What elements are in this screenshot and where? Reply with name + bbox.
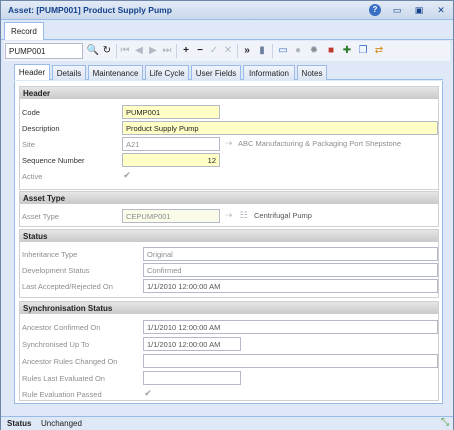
site-name: ABC Manufacturing & Packaging Port Sheps… [238,139,402,148]
outer-tabstrip: Record [1,20,453,40]
inheritance-type-field: Original [143,247,438,261]
last-icon[interactable]: ⏭ [160,44,174,58]
section-title: Header [20,87,438,99]
tab-header[interactable]: Header [14,64,50,80]
tab-user-fields[interactable]: User Fields [191,65,241,80]
first-icon[interactable]: ⏮ [118,44,132,58]
description-field[interactable]: Product Supply Pump [122,121,438,135]
search-icon[interactable]: 🔍 [86,44,100,58]
record-toolbar: PUMP001 🔍 ↻ ⏮ ◀ ▶ ⏭ + − ✓ ✕ » ▮ ▭ ● ✹ ■ … [4,41,450,61]
synchronised-field: 1/1/2010 12:00:00 AM [143,337,241,351]
tab-maintenance[interactable]: Maintenance [88,65,143,80]
development-status-field: Confirmed [143,263,438,277]
asset-type-section: Asset Type Asset Type CEPUMP001 ⇢ ☷ Cent… [19,191,439,227]
active-checkbox[interactable]: ✔ [122,170,132,180]
tab-life-cycle[interactable]: Life Cycle [145,65,189,80]
next-icon[interactable]: ▶ [146,44,160,58]
code-field[interactable]: PUMP001 [122,105,220,119]
asset-type-detail-icon[interactable]: ☷ [238,210,249,221]
toolbar-separator [176,44,177,58]
record-code-input[interactable]: PUMP001 [5,43,83,59]
toolbar-separator [237,44,238,58]
delete-icon[interactable]: − [193,44,207,58]
tools-icon[interactable]: ✚ [340,44,354,58]
sync-icon[interactable]: ⇄ [372,44,386,58]
settings-icon[interactable]: ✹ [307,44,321,58]
header-panel: Header Code PUMP001 Description Product … [14,81,443,404]
ancestor-confirmed-label: Ancestor Confirmed On [22,323,101,332]
status-bar: Status Unchanged ⤡ [1,416,453,430]
section-title: Asset Type [20,192,438,204]
tab-record[interactable]: Record [4,22,44,40]
site-lookup-icon[interactable]: ⇢ [223,138,234,149]
refresh-icon[interactable]: ↻ [100,44,114,58]
last-accepted-field: 1/1/2010 12:00:00 AM [143,279,438,293]
close-icon[interactable]: ✕ [435,4,447,16]
code-label: Code [22,108,40,117]
help-icon[interactable]: ? [369,4,381,16]
status-section: Status Inheritance Type Original Develop… [19,229,439,298]
sequence-number-field[interactable]: 12 [122,153,220,167]
ancestor-confirmed-field: 1/1/2010 12:00:00 AM [143,320,438,334]
section-title: Synchronisation Status [20,302,438,314]
previous-icon[interactable]: ◀ [132,44,146,58]
rules-evaluated-field [143,371,241,385]
add-icon[interactable]: + [179,44,193,58]
rules-evaluated-label: Rules Last Evaluated On [22,374,105,383]
status-label: Status [7,419,32,428]
asset-type-label: Asset Type [22,212,59,221]
tab-information[interactable]: Information [243,65,295,80]
last-accepted-label: Last Accepted/Rejected On [22,282,113,291]
sync-section: Synchronisation Status Ancestor Confirme… [19,301,439,401]
rules-changed-field [143,354,438,368]
sequence-number-label: Sequence Number [22,156,85,165]
globe-icon[interactable]: ● [291,44,305,58]
minimize-icon[interactable]: ▭ [391,4,403,16]
active-label: Active [22,172,43,181]
header-section: Header Code PUMP001 Description Product … [19,86,439,190]
inheritance-type-label: Inheritance Type [22,250,78,259]
window-title: Asset: [PUMP001] Product Supply Pump [8,5,172,15]
more-icon[interactable]: » [240,44,254,58]
tab-details[interactable]: Details [52,65,86,80]
asset-type-lookup-icon[interactable]: ⇢ [223,210,234,221]
title-bar[interactable]: Asset: [PUMP001] Product Supply Pump ? ▭… [1,1,453,20]
toolbar-separator [272,44,273,58]
maximize-icon[interactable]: ▣ [413,4,425,16]
save-icon[interactable]: ✓ [207,44,221,58]
cancel-icon[interactable]: ✕ [221,44,235,58]
development-status-label: Development Status [22,266,90,275]
site-label: Site [22,140,35,149]
status-value: Unchanged [41,419,82,428]
window-icon[interactable]: ▭ [276,44,290,58]
asset-type-name: Centrifugal Pump [254,211,312,220]
section-title: Status [20,230,438,242]
description-label: Description [22,124,60,133]
copy-icon[interactable]: ❐ [356,44,370,58]
site-field: A21 [122,137,220,151]
tab-strip: Header Details Maintenance Life Cycle Us… [14,64,443,80]
toolbar-separator [116,44,117,58]
synchronised-label: Synchronised Up To [22,340,89,349]
tab-notes[interactable]: Notes [297,65,327,80]
book-icon[interactable]: ■ [324,44,338,58]
asset-window: Asset: [PUMP001] Product Supply Pump ? ▭… [0,0,454,430]
asset-type-field: CEPUMP001 [122,209,220,223]
resize-grip-icon[interactable]: ⤡ [441,417,449,428]
rule-passed-checkbox[interactable]: ✔ [143,388,153,398]
rule-passed-label: Rule Evaluation Passed [22,390,102,399]
rules-changed-label: Ancestor Rules Changed On [22,357,118,366]
document-icon[interactable]: ▮ [255,44,269,58]
